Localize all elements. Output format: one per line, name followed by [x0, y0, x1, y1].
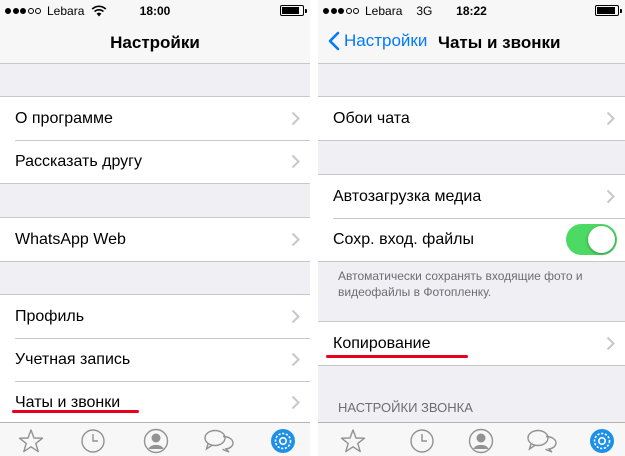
battery-icon: [280, 5, 307, 16]
toggle-knob: [588, 226, 615, 253]
chevron-right-icon: [291, 309, 300, 324]
highlight-underline: [12, 410, 139, 413]
battery-level-fill: [282, 7, 299, 14]
chevron-right-icon: [606, 111, 615, 126]
settings-gear-icon[interactable]: [589, 428, 615, 454]
back-button[interactable]: Настройки: [328, 31, 427, 51]
chevron-left-icon: [328, 31, 340, 51]
status-bar: Lebara 3G 18:22: [318, 0, 625, 22]
chevron-right-icon: [291, 232, 300, 247]
row-label: Сохр. вход. файлы: [333, 230, 474, 248]
status-time: 18:22: [456, 4, 487, 18]
highlight-underline: [326, 355, 468, 358]
battery-level-fill: [597, 7, 615, 14]
status-time: 18:00: [139, 4, 171, 18]
battery-icon: [595, 5, 622, 16]
page-title: Настройки: [110, 33, 200, 52]
row-label: Чаты и звонки: [15, 393, 121, 411]
chevron-right-icon: [291, 154, 300, 169]
chat-bubbles-icon[interactable]: [203, 428, 235, 454]
chevron-right-icon: [606, 336, 615, 351]
row-label: Обои чата: [333, 109, 410, 127]
row-label: Учетная запись: [15, 350, 131, 368]
tab-bar: [318, 422, 625, 456]
settings-group-about: О программе Рассказать другу: [0, 96, 310, 184]
tab-bar: [0, 422, 310, 456]
settings-group-wallpaper: Обои чата: [318, 96, 625, 141]
chevron-right-icon: [291, 395, 300, 410]
tell-a-friend-item[interactable]: Рассказать другу: [0, 140, 310, 183]
about-app-item[interactable]: О программе: [0, 97, 310, 140]
chat-bubbles-icon[interactable]: [526, 428, 558, 454]
settings-screen: Lebara 18:00 Настройки О программе Расск…: [0, 0, 310, 456]
chevron-right-icon: [291, 111, 300, 126]
row-label: О программе: [15, 109, 113, 127]
whatsapp-web-item[interactable]: WhatsApp Web: [0, 218, 310, 261]
settings-gear-icon[interactable]: [270, 428, 296, 454]
star-icon[interactable]: [18, 428, 44, 454]
row-label: Автозагрузка медиа: [333, 187, 482, 205]
profile-item[interactable]: Профиль: [0, 295, 310, 338]
person-icon[interactable]: [143, 428, 169, 454]
row-label: Копирование: [333, 334, 431, 352]
save-incoming-toggle[interactable]: [566, 224, 617, 255]
settings-group-account: Профиль Учетная запись Чаты и звонки: [0, 294, 310, 425]
save-incoming-files-item: Сохр. вход. файлы: [318, 218, 625, 261]
clock-icon[interactable]: [80, 428, 106, 454]
row-label: Рассказать другу: [15, 152, 142, 170]
chats-and-calls-screen: Lebara 3G 18:22 Настройки Чаты и звонки …: [318, 0, 625, 456]
backup-item[interactable]: Копирование: [318, 322, 625, 365]
chevron-right-icon: [606, 189, 615, 204]
media-autoload-item[interactable]: Автозагрузка медиа: [318, 175, 625, 218]
settings-group-media: Автозагрузка медиа Сохр. вход. файлы: [318, 174, 625, 262]
call-settings-header: НАСТРОЙКИ ЗВОНКА: [338, 400, 473, 415]
settings-group-web: WhatsApp Web: [0, 217, 310, 262]
status-bar: Lebara 18:00: [0, 0, 310, 22]
navigation-bar: Настройки Чаты и звонки: [318, 22, 625, 64]
navigation-bar: Настройки: [0, 22, 310, 64]
chat-wallpaper-item[interactable]: Обои чата: [318, 97, 625, 140]
settings-group-backup: Копирование: [318, 321, 625, 366]
page-title: Чаты и звонки: [438, 33, 561, 52]
person-icon[interactable]: [468, 428, 494, 454]
star-icon[interactable]: [340, 428, 366, 454]
chevron-right-icon: [291, 352, 300, 367]
row-label: Профиль: [15, 307, 85, 325]
chats-and-calls-item[interactable]: Чаты и звонки: [0, 381, 310, 424]
back-button-label: Настройки: [344, 31, 428, 50]
clock-icon[interactable]: [409, 428, 435, 454]
save-incoming-description: Автоматически сохранять входящие фото и …: [338, 269, 583, 299]
account-item[interactable]: Учетная запись: [0, 338, 310, 381]
row-label: WhatsApp Web: [15, 230, 126, 248]
